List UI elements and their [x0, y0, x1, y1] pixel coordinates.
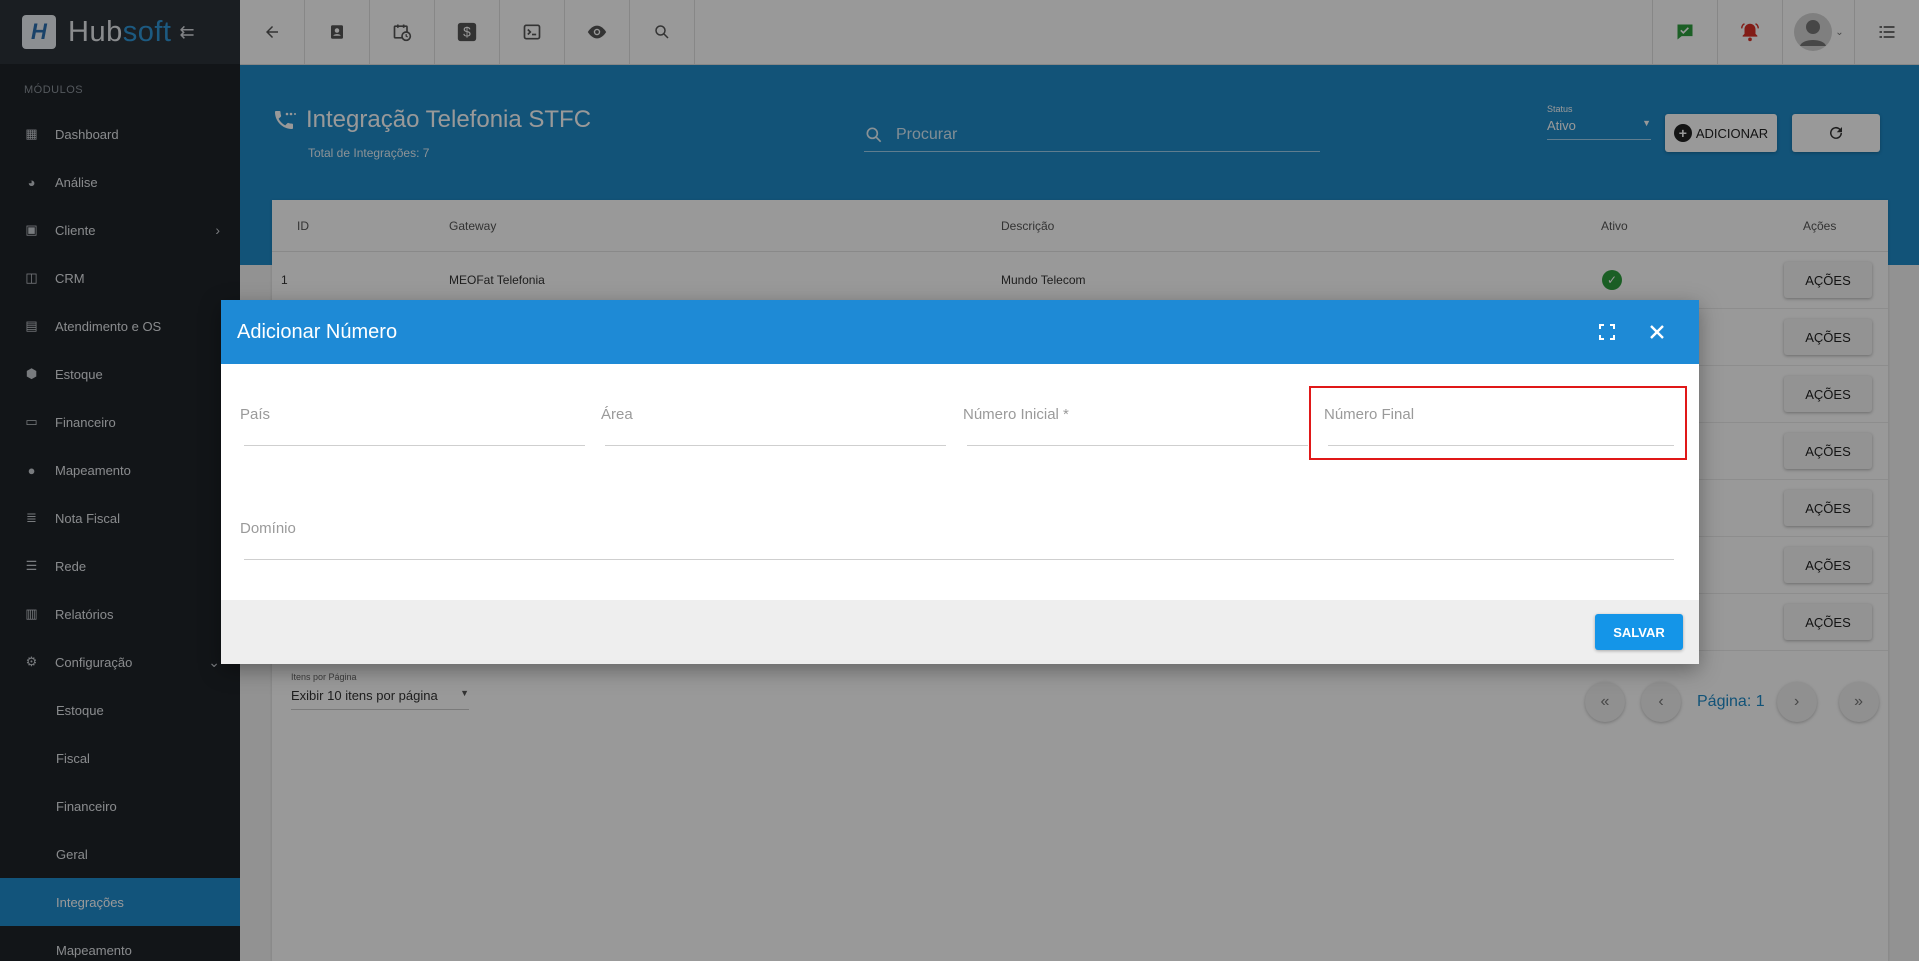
add-number-dialog: Adicionar Número País Área Número Inicia… [221, 300, 1699, 664]
numero-inicial-label: Número Inicial * [963, 406, 1069, 423]
dialog-header: Adicionar Número [221, 300, 1699, 364]
close-button[interactable] [1645, 320, 1669, 344]
pais-label: País [240, 406, 271, 423]
area-field[interactable]: Área [601, 390, 946, 446]
fullscreen-icon [1599, 324, 1615, 340]
fullscreen-button[interactable] [1597, 322, 1617, 342]
numero-inicial-field[interactable]: Número Inicial * [963, 390, 1308, 446]
dominio-label: Domínio [240, 520, 296, 537]
dialog-title: Adicionar Número [237, 320, 398, 343]
close-icon [1650, 325, 1664, 339]
numero-final-field[interactable]: Número Final [1324, 390, 1674, 446]
dialog-footer: SALVAR [221, 600, 1699, 664]
save-button[interactable]: SALVAR [1595, 614, 1683, 650]
dominio-field[interactable]: Domínio [240, 504, 1674, 560]
dialog-body: País Área Número Inicial * Número Final … [221, 364, 1699, 600]
pais-field[interactable]: País [240, 390, 585, 446]
numero-final-label: Número Final [1324, 406, 1415, 423]
area-label: Área [601, 406, 633, 423]
